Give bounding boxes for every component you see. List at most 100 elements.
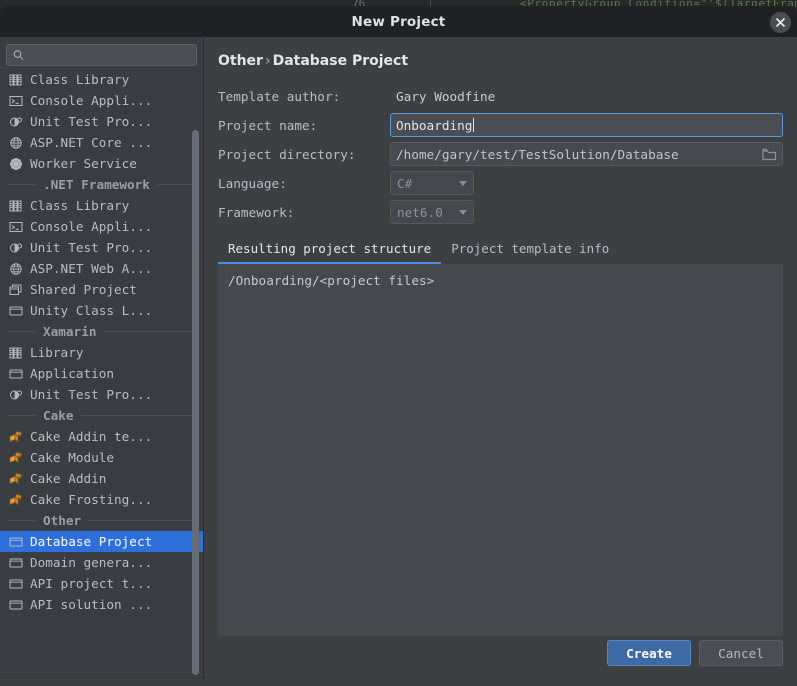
- template-group-header: Other: [0, 510, 203, 531]
- sidebar-item-application[interactable]: Application: [0, 363, 203, 384]
- chevron-down-icon: [459, 180, 467, 186]
- project-name-value: Onboarding: [396, 117, 473, 133]
- group-rule-left: [8, 520, 36, 521]
- search-wrap: [0, 37, 203, 66]
- sidebar-item-console-appli[interactable]: Console Appli...: [0, 90, 203, 111]
- template-group-header: .NET Framework: [0, 174, 203, 195]
- window-icon: [9, 306, 23, 315]
- sidebar-item-library[interactable]: Library: [0, 342, 203, 363]
- sidebar-item-cake-module[interactable]: Cake Module: [0, 447, 203, 468]
- sidebar-item-shared-project[interactable]: Shared Project: [0, 279, 203, 300]
- sidebar-item-label: API project t...: [30, 576, 153, 591]
- icon-wrap: [8, 576, 24, 592]
- sidebar-item-asp-net-web-a[interactable]: ASP.NET Web A...: [0, 258, 203, 279]
- unit-test-icon: [10, 390, 22, 399]
- new-project-dialog: New Project Class Library Console Appli.…: [0, 6, 797, 686]
- sidebar-item-unit-test-pro[interactable]: Unit Test Pro...: [0, 111, 203, 132]
- sidebar-item-label: Class Library: [30, 72, 130, 87]
- template-author-value: Gary Woodfine: [396, 88, 496, 104]
- close-icon[interactable]: [770, 12, 791, 33]
- sidebar-item-label: Database Project: [30, 534, 153, 549]
- tab-project-template-info[interactable]: Project template info: [441, 241, 619, 264]
- sidebar-item-class-library[interactable]: Class Library: [0, 195, 203, 216]
- search-box[interactable]: [6, 44, 197, 66]
- breadcrumb-parent[interactable]: Other: [218, 53, 263, 69]
- group-label: Other: [43, 513, 82, 528]
- sidebar-scrollbar[interactable]: [192, 130, 199, 686]
- sidebar-item-asp-net-core[interactable]: ASP.NET Core ...: [0, 132, 203, 153]
- project-directory-value: /home/gary/test/TestSolution/Database: [396, 146, 679, 162]
- group-rule-left: [8, 184, 36, 185]
- sidebar-item-class-library[interactable]: Class Library: [0, 69, 203, 90]
- cancel-button[interactable]: Cancel: [699, 640, 783, 666]
- icon-wrap: [8, 72, 24, 88]
- language-row: Language: C#: [218, 170, 783, 196]
- sidebar-item-label: ASP.NET Core ...: [30, 135, 153, 150]
- cake-icon: [9, 451, 23, 463]
- sidebar-item-label: Worker Service: [30, 156, 137, 171]
- folder-icon[interactable]: [762, 148, 777, 161]
- template-group-header: Xamarin: [0, 321, 203, 342]
- breadcrumb-separator: ›: [264, 53, 271, 69]
- search-icon: [13, 50, 24, 60]
- sidebar-item-label: Shared Project: [30, 282, 137, 297]
- sidebar-item-cake-addin[interactable]: Cake Addin: [0, 468, 203, 489]
- template-sidebar: Class Library Console Appli... Unit Test P…: [0, 37, 204, 686]
- unit-test-icon: [10, 117, 22, 126]
- icon-wrap: [8, 450, 24, 466]
- sidebar-item-api-solution[interactable]: API solution ...: [0, 594, 203, 615]
- project-name-input[interactable]: Onboarding: [390, 113, 783, 137]
- sidebar-item-label: Cake Frosting...: [30, 492, 153, 507]
- search-input[interactable]: [28, 48, 190, 62]
- framework-select[interactable]: net6.0: [390, 200, 474, 224]
- window-icon: [9, 600, 23, 609]
- group-rule-right: [103, 331, 195, 332]
- group-rule-right: [88, 520, 195, 521]
- create-button[interactable]: Create: [607, 640, 691, 666]
- framework-value: net6.0: [397, 204, 443, 220]
- sidebar-item-api-project-t[interactable]: API project t...: [0, 573, 203, 594]
- dialog-bottom-strip: [0, 679, 797, 686]
- breadcrumb-current: Database Project: [272, 53, 409, 69]
- group-label: Cake: [43, 408, 74, 423]
- icon-wrap: [8, 555, 24, 571]
- chevron-down-icon: [459, 209, 467, 215]
- breadcrumb: Other › Database Project: [218, 53, 783, 69]
- project-structure-text: /Onboarding/<project files>: [228, 273, 435, 288]
- language-label: Language:: [218, 175, 287, 191]
- gear-icon: [10, 157, 22, 170]
- cake-icon: [9, 493, 23, 505]
- language-select[interactable]: C#: [390, 171, 474, 195]
- framework-row: Framework: net6.0: [218, 199, 783, 225]
- sidebar-item-label: Console Appli...: [30, 219, 153, 234]
- sidebar-item-database-project[interactable]: Database Project: [0, 531, 203, 552]
- sidebar-item-cake-addin-te[interactable]: Cake Addin te...: [0, 426, 203, 447]
- sidebar-item-unity-class-l[interactable]: Unity Class L...: [0, 300, 203, 321]
- cake-icon: [9, 472, 23, 484]
- sidebar-item-label: Cake Addin te...: [30, 429, 153, 444]
- icon-wrap: [8, 198, 24, 214]
- sidebar-item-unit-test-pro[interactable]: Unit Test Pro...: [0, 384, 203, 405]
- sidebar-scrollbar-thumb[interactable]: [192, 130, 199, 675]
- sidebar-item-worker-service[interactable]: Worker Service: [0, 153, 203, 174]
- icon-wrap: [8, 240, 24, 256]
- icon-wrap: [8, 597, 24, 613]
- project-directory-input[interactable]: /home/gary/test/TestSolution/Database: [390, 142, 783, 166]
- sidebar-item-console-appli[interactable]: Console Appli...: [0, 216, 203, 237]
- icon-wrap: [8, 93, 24, 109]
- dialog-footer: Create Cancel: [204, 640, 797, 666]
- icon-wrap: [8, 534, 24, 550]
- sidebar-item-unit-test-pro[interactable]: Unit Test Pro...: [0, 237, 203, 258]
- template-author-label: Template author:: [218, 88, 341, 104]
- library-icon: [9, 200, 22, 211]
- icon-wrap: [8, 429, 24, 445]
- window-icon: [9, 558, 23, 567]
- group-rule-left: [8, 331, 36, 332]
- sidebar-item-cake-frosting[interactable]: Cake Frosting...: [0, 489, 203, 510]
- group-rule-right: [156, 184, 195, 185]
- icon-wrap: [8, 471, 24, 487]
- tab-panel: /Onboarding/<project files>: [218, 264, 783, 636]
- sidebar-item-domain-genera[interactable]: Domain genera...: [0, 552, 203, 573]
- dialog-body: Class Library Console Appli... Unit Test P…: [0, 37, 797, 686]
- tab-resulting-project-structure[interactable]: Resulting project structure: [218, 241, 442, 264]
